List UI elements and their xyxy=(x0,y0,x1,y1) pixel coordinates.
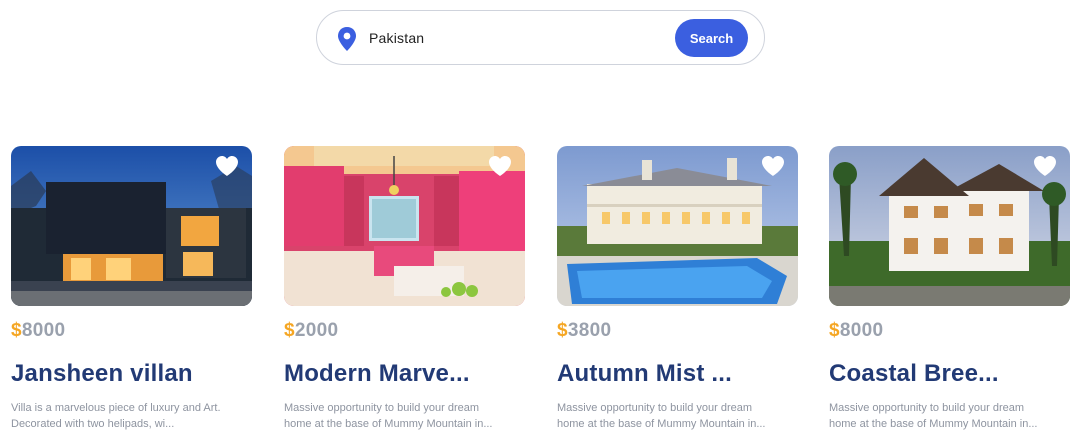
listing-photo[interactable] xyxy=(284,146,525,306)
listing-card[interactable]: $2000 Modern Marve... Massive opportunit… xyxy=(284,146,525,432)
listing-photo[interactable] xyxy=(557,146,798,306)
currency-symbol: $ xyxy=(284,320,295,341)
favorite-heart-icon[interactable] xyxy=(488,155,512,177)
listing-price: $3800 xyxy=(557,320,798,342)
description-line: home at the base of Mummy Mountain in... xyxy=(829,418,1038,430)
listing-card[interactable]: $3800 Autumn Mist ... Massive opportunit… xyxy=(557,146,798,432)
description-line: home at the base of Mummy Mountain in... xyxy=(557,418,766,430)
description-line: Massive opportunity to build your dream xyxy=(829,402,1025,414)
description-line: Villa is a marvelous piece of luxury and… xyxy=(11,402,221,414)
listing-description: Villa is a marvelous piece of luxury and… xyxy=(11,400,252,432)
listing-title[interactable]: Coastal Bree... xyxy=(829,360,1070,388)
favorite-heart-icon[interactable] xyxy=(1033,155,1057,177)
listing-photo[interactable] xyxy=(829,146,1070,306)
search-button[interactable]: Search xyxy=(675,19,748,57)
listing-photo[interactable] xyxy=(11,146,252,306)
listing-description: Massive opportunity to build your dream h… xyxy=(557,400,798,432)
listing-description: Massive opportunity to build your dream h… xyxy=(284,400,525,432)
listing-title[interactable]: Autumn Mist ... xyxy=(557,360,798,388)
currency-symbol: $ xyxy=(11,320,22,341)
search-input[interactable] xyxy=(369,25,669,51)
description-line: Massive opportunity to build your dream xyxy=(557,402,753,414)
listing-price: $8000 xyxy=(11,320,252,342)
currency-symbol: $ xyxy=(557,320,568,341)
description-line: home at the base of Mummy Mountain in... xyxy=(284,418,493,430)
currency-symbol: $ xyxy=(829,320,840,341)
search-bar: Search xyxy=(316,10,765,65)
listing-title[interactable]: Modern Marve... xyxy=(284,360,525,388)
description-line: Decorated with two helipads, wi... xyxy=(11,418,175,430)
listing-price: $8000 xyxy=(829,320,1070,342)
price-value: 2000 xyxy=(294,320,339,341)
favorite-heart-icon[interactable] xyxy=(215,155,239,177)
price-value: 3800 xyxy=(567,320,612,341)
listing-card[interactable]: $8000 Jansheen villan Villa is a marvelo… xyxy=(11,146,252,432)
map-pin-icon xyxy=(338,27,356,51)
listing-description: Massive opportunity to build your dream h… xyxy=(829,400,1070,432)
favorite-heart-icon[interactable] xyxy=(761,155,785,177)
price-value: 8000 xyxy=(21,320,66,341)
listing-title[interactable]: Jansheen villan xyxy=(11,360,252,388)
price-value: 8000 xyxy=(839,320,884,341)
description-line: Massive opportunity to build your dream xyxy=(284,402,480,414)
listing-card[interactable]: $8000 Coastal Bree... Massive opportunit… xyxy=(829,146,1070,432)
listing-price: $2000 xyxy=(284,320,525,342)
